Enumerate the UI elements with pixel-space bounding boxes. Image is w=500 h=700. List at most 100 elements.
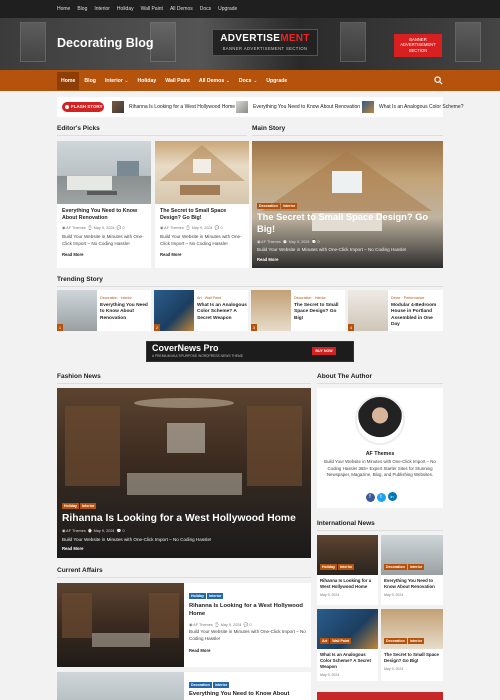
nav-item-interior[interactable]: Interior ⌄ bbox=[105, 78, 129, 84]
comments: 0 bbox=[249, 623, 252, 627]
card-tags: Holiday Interior bbox=[189, 593, 224, 599]
tag[interactable]: Interior bbox=[407, 564, 425, 570]
read-more-link[interactable]: Read More bbox=[257, 257, 278, 262]
trending-thumb[interactable] bbox=[154, 290, 194, 331]
tag[interactable]: Decoration bbox=[294, 296, 311, 300]
twitter-icon[interactable]: t bbox=[376, 493, 386, 502]
main-story-title[interactable]: The Secret to Small Space Design? Go Big… bbox=[257, 211, 440, 235]
trending-title[interactable]: What Is an Analogous Color Scheme? A Sec… bbox=[197, 303, 247, 322]
tag[interactable]: Interior bbox=[280, 203, 298, 209]
trending-thumb[interactable] bbox=[57, 290, 97, 331]
card-title[interactable]: The Secret to Small Space Design? Go Big… bbox=[381, 649, 443, 667]
read-more-link[interactable]: Read More bbox=[189, 648, 210, 653]
tag[interactable]: Wall Paint bbox=[330, 638, 352, 644]
trending-title[interactable]: The Secret to Small Space Design? Go Big… bbox=[294, 303, 344, 322]
tag[interactable]: Performance bbox=[404, 296, 425, 300]
international-card[interactable]: Decoration Interior The Secret to Small S… bbox=[381, 609, 443, 681]
card-title[interactable]: Everything You Need to Know About Renova… bbox=[381, 575, 443, 593]
nav-item-wall-paint[interactable]: Wall Paint bbox=[165, 78, 190, 84]
trending-thumb[interactable] bbox=[348, 290, 388, 331]
trending-item[interactable]: 3 Decoration · Interior The Secret to Sm… bbox=[251, 290, 345, 331]
top-link-upgrade[interactable]: Upgrade bbox=[218, 6, 237, 12]
card-title[interactable]: Everything You Need to Know About bbox=[189, 691, 307, 699]
ticker-item[interactable]: Everything You Need to Know About Renova… bbox=[236, 101, 360, 113]
top-link-blog[interactable]: Blog bbox=[77, 6, 87, 12]
card-image[interactable] bbox=[57, 672, 184, 700]
trending-item[interactable]: 1 Decoration · Interior Everything You N… bbox=[57, 290, 151, 331]
card-image[interactable] bbox=[57, 141, 151, 204]
buy-now-button[interactable]: BUY NOW bbox=[312, 347, 336, 355]
tag[interactable]: Interior bbox=[206, 593, 224, 599]
ticker-item[interactable]: What Is an Analogous Color Scheme? bbox=[362, 101, 464, 113]
tag[interactable]: Holiday bbox=[62, 503, 79, 509]
tag[interactable]: Decoration bbox=[257, 203, 280, 209]
read-more-link[interactable]: Read More bbox=[62, 546, 83, 551]
nav-item-docs[interactable]: Docs ⌄ bbox=[239, 78, 257, 84]
tag[interactable]: Holiday bbox=[320, 564, 337, 570]
top-link-holiday[interactable]: Holiday bbox=[117, 6, 134, 12]
tag[interactable]: Interior bbox=[79, 503, 97, 509]
current-affairs-item[interactable]: Decoration Interior Everything You Need t… bbox=[57, 672, 311, 700]
tag[interactable]: Interior bbox=[315, 296, 326, 300]
nav-item-blog[interactable]: Blog bbox=[84, 78, 96, 84]
ticker-item[interactable]: Rihanna Is Looking for a West Hollywood … bbox=[112, 101, 235, 113]
card-title[interactable]: Everything You Need to Know About Renova… bbox=[62, 208, 146, 222]
trending-item[interactable]: 2 Art · Wall Paint What Is an Analogous … bbox=[154, 290, 248, 331]
nav-item-all-demos[interactable]: All Demos ⌄ bbox=[199, 78, 230, 84]
tag[interactable]: Art bbox=[320, 638, 330, 644]
tag[interactable]: Decoration bbox=[384, 564, 407, 570]
top-link-interior[interactable]: Interior bbox=[94, 6, 110, 12]
tag[interactable]: Interior bbox=[121, 296, 132, 300]
top-link-all-demos[interactable]: All Demos bbox=[170, 6, 193, 12]
ad-flag-line: ADVERTISEMENT bbox=[400, 42, 436, 48]
nav-item-holiday[interactable]: Holiday bbox=[137, 78, 156, 84]
ticker-thumb bbox=[362, 101, 374, 113]
editors-card[interactable]: Everything You Need to Know About Renova… bbox=[57, 141, 151, 268]
tag[interactable]: Decoration bbox=[384, 638, 407, 644]
date: May 9, 2024 bbox=[93, 226, 115, 231]
international-card[interactable]: Art Wall Paint What Is an Analogous Color… bbox=[317, 609, 378, 681]
ad-flag: BANNER ADVERTISEMENT SECTION bbox=[394, 34, 442, 57]
card-title[interactable]: Rihanna Is Looking for a West Hollywood … bbox=[317, 575, 378, 593]
current-affairs-item[interactable]: Holiday Interior Rihanna Is Looking for a… bbox=[57, 583, 311, 667]
read-more-link[interactable]: Read More bbox=[62, 252, 146, 257]
international-card[interactable]: Holiday Interior Rihanna Is Looking for a… bbox=[317, 535, 378, 605]
trending-item[interactable]: 4 Decor · Performance Modular 4-Bedroom … bbox=[348, 290, 443, 331]
international-card[interactable]: Decoration Interior Everything You Need t… bbox=[381, 535, 443, 605]
editors-card[interactable]: The Secret to Small Space Design? Go Big… bbox=[155, 141, 249, 268]
facebook-icon[interactable]: f bbox=[365, 493, 375, 502]
top-link-docs[interactable]: Docs bbox=[200, 6, 211, 12]
site-title[interactable]: Decorating Blog bbox=[57, 36, 154, 50]
fashion-title[interactable]: Rihanna Is Looking for a West Hollywood … bbox=[62, 513, 307, 524]
tag[interactable]: Art bbox=[197, 296, 202, 300]
nav-item-home[interactable]: Home bbox=[57, 71, 80, 90]
trending-title[interactable]: Modular 4-Bedroom House in Portland Asse… bbox=[391, 303, 442, 329]
author-name[interactable]: AF Themes bbox=[317, 451, 443, 457]
top-link-wall-paint[interactable]: Wall Paint bbox=[141, 6, 163, 12]
tag[interactable]: Decoration bbox=[100, 296, 117, 300]
trending-tags: Art · Wall Paint bbox=[197, 296, 221, 300]
tag[interactable]: Decor bbox=[391, 296, 401, 300]
about-heading: About The Author bbox=[317, 373, 372, 380]
main-nav: Home Blog Interior ⌄ Holiday Wall Paint … bbox=[0, 70, 500, 91]
tag[interactable]: Holiday bbox=[189, 593, 206, 599]
card-image[interactable] bbox=[155, 141, 249, 204]
trending-thumb[interactable] bbox=[251, 290, 291, 331]
search-icon[interactable] bbox=[434, 76, 443, 85]
card-title[interactable]: The Secret to Small Space Design? Go Big… bbox=[160, 208, 244, 222]
nav-item-upgrade[interactable]: Upgrade bbox=[266, 78, 287, 84]
top-link-home[interactable]: Home bbox=[57, 6, 70, 12]
linkedin-icon[interactable]: in bbox=[387, 492, 397, 501]
editors-picks-heading: Editor's Picks bbox=[57, 125, 100, 132]
tag[interactable]: Wall Paint bbox=[205, 296, 221, 300]
read-more-link[interactable]: Read More bbox=[160, 252, 244, 257]
tag[interactable]: Decoration bbox=[189, 682, 212, 688]
card-image[interactable] bbox=[57, 583, 184, 667]
card-excerpt: Build Your Website in Minutes with One-C… bbox=[160, 234, 242, 246]
tag[interactable]: Interior bbox=[337, 564, 355, 570]
tag[interactable]: Interior bbox=[212, 682, 230, 688]
card-title[interactable]: What Is an Analogous Color Scheme? A Sec… bbox=[317, 649, 378, 673]
card-title[interactable]: Rihanna Is Looking for a West Hollywood … bbox=[189, 603, 307, 619]
trending-title[interactable]: Everything You Need to Know About Renova… bbox=[100, 303, 150, 322]
tag[interactable]: Interior bbox=[407, 638, 425, 644]
